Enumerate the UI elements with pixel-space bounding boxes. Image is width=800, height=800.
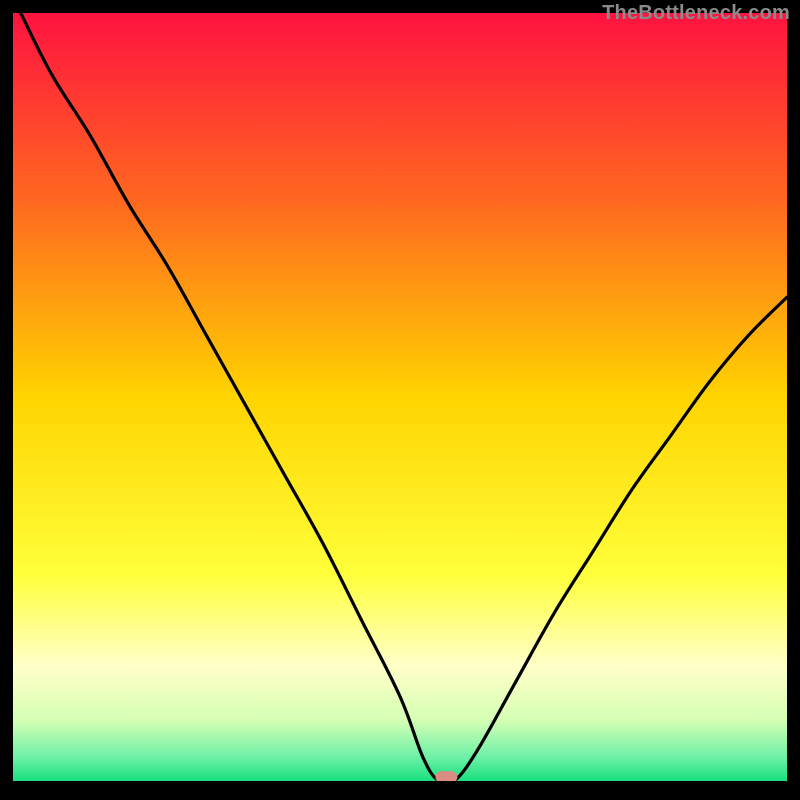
gradient-background (13, 13, 787, 781)
bottleneck-chart (0, 0, 800, 800)
optimal-marker (435, 771, 457, 783)
watermark-label: TheBottleneck.com (602, 2, 790, 25)
chart-stage: TheBottleneck.com (0, 0, 800, 800)
